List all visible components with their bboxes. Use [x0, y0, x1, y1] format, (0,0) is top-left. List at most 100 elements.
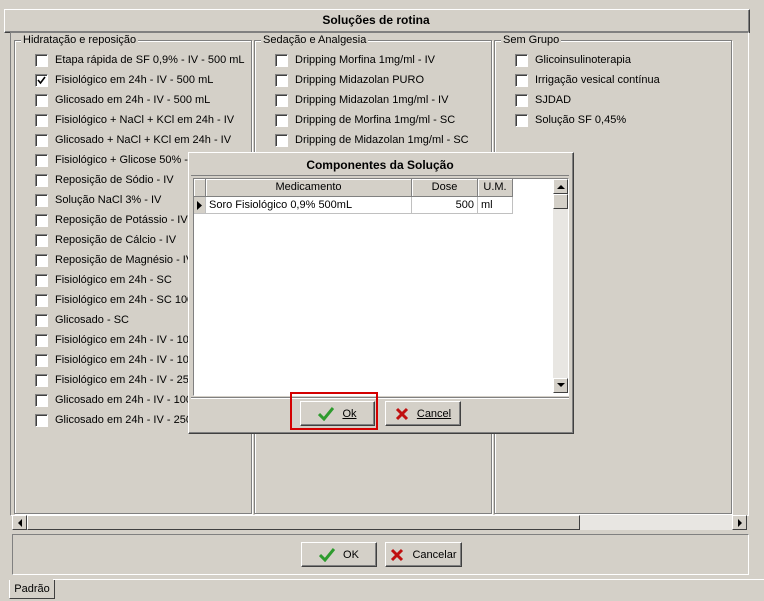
checkbox-label: Glicosado + NaCl + KCl em 24h - IV [55, 134, 232, 146]
checkbox[interactable] [35, 253, 48, 267]
checkbox-label: Solução SF 0,45% [535, 114, 627, 126]
checkbox-label: Reposição de Magnésio - IV [55, 254, 194, 266]
checkbox[interactable] [35, 393, 48, 407]
grid-vertical-scrollbar[interactable] [553, 179, 568, 393]
footer-panel [12, 534, 749, 575]
checkbox[interactable] [35, 353, 48, 367]
checkbox-label: Fisiológico + NaCl + KCl em 24h - IV [55, 114, 235, 126]
checkbox-row[interactable]: Etapa rápida de SF 0,9% - IV - 500 mL [35, 52, 245, 68]
checkbox[interactable] [35, 193, 48, 207]
checkbox[interactable] [35, 293, 48, 307]
checkbox[interactable] [35, 333, 48, 347]
grid-scroll-up-button[interactable] [553, 179, 568, 194]
checkbox-row[interactable]: Glicosado em 24h - IV - 100 r [35, 392, 199, 408]
checkbox-row[interactable]: Fisiológico em 24h - IV - 500 mL [35, 72, 213, 88]
checkbox[interactable] [35, 233, 48, 247]
checkbox-row[interactable]: Fisiológico em 24h - IV - 100 [35, 332, 195, 348]
cell-medicamento[interactable]: Soro Fisiológico 0,9% 500mL [206, 197, 412, 214]
scroll-left-button[interactable] [12, 515, 27, 530]
scroll-thumb[interactable] [27, 515, 580, 530]
dialog-cancel-button[interactable]: Cancel [385, 401, 461, 426]
checkbox[interactable] [35, 313, 48, 327]
footer-cancel-button[interactable]: Cancelar [385, 542, 462, 567]
checkbox[interactable] [35, 73, 48, 87]
cell-um[interactable]: ml [478, 197, 513, 214]
checkbox-row[interactable]: Glicosado - SC [35, 312, 129, 328]
checkbox[interactable] [275, 73, 288, 87]
current-row-arrow-icon [197, 201, 202, 210]
checkbox-row[interactable]: Reposição de Magnésio - IV [35, 252, 193, 268]
checkbox-label: Fisiológico em 24h - IV - 100 [55, 334, 196, 346]
footer-cancel-label: Cancelar [412, 548, 457, 561]
checkbox[interactable] [35, 53, 48, 67]
checkbox-row[interactable]: Fisiológico + Glicose 50% - IV [35, 152, 201, 168]
checkbox[interactable] [35, 93, 48, 107]
checkbox-row[interactable]: Solução SF 0,45% [515, 112, 626, 128]
checkbox-label: Fisiológico em 24h - IV - 250 [55, 374, 196, 386]
horizontal-scrollbar[interactable] [12, 515, 747, 530]
checkbox[interactable] [35, 153, 48, 167]
checkbox-label: Fisiológico em 24h - SC [55, 274, 172, 286]
checkbox-label: Reposição de Potássio - IV [55, 214, 188, 226]
col-header-dose[interactable]: Dose [412, 179, 478, 197]
checkbox-label: Fisiológico + Glicose 50% - IV [55, 154, 202, 166]
checkbox[interactable] [515, 113, 528, 127]
row-indicator [194, 197, 206, 214]
checkbox-row[interactable]: Reposição de Potássio - IV [35, 212, 188, 228]
col-header-um[interactable]: U.M. [478, 179, 513, 197]
checkbox-row[interactable]: Solução NaCl 3% - IV [35, 192, 161, 208]
checkbox[interactable] [275, 53, 288, 67]
tab-padrao-label: Padrão [14, 583, 50, 595]
footer-ok-button[interactable]: OK [301, 542, 377, 567]
checkbox-row[interactable]: Fisiológico em 24h - SC 100m [35, 292, 202, 308]
checkbox-row[interactable]: Reposição de Cálcio - IV [35, 232, 176, 248]
components-grid[interactable]: Medicamento Dose U.M. Soro Fisiológico 0… [193, 178, 569, 396]
grid-scroll-thumb[interactable] [553, 194, 568, 209]
checkbox-row[interactable]: Glicosado em 24h - IV - 250 r [35, 412, 199, 428]
arrow-right-icon [737, 518, 742, 527]
checkbox-row[interactable]: Fisiológico em 24h - IV - 1000 [35, 352, 201, 368]
checkbox-row[interactable]: Dripping de Morfina 1mg/ml - SC [275, 112, 455, 128]
checkbox-label: Glicosado - SC [55, 314, 129, 326]
checkbox[interactable] [275, 93, 288, 107]
checkbox[interactable] [35, 173, 48, 187]
checkbox-label: Dripping Midazolan PURO [295, 74, 424, 86]
checkbox[interactable] [35, 413, 48, 427]
scroll-right-button[interactable] [732, 515, 747, 530]
checkbox[interactable] [35, 373, 48, 387]
checkbox[interactable] [515, 73, 528, 87]
checkbox-label: Glicosado em 24h - IV - 250 r [55, 414, 199, 426]
checkbox-row[interactable]: Dripping Midazolan PURO [275, 72, 424, 88]
tab-padrao[interactable]: Padrão [9, 580, 55, 599]
checkbox[interactable] [515, 93, 528, 107]
checkbox[interactable] [275, 133, 288, 147]
checkbox[interactable] [515, 53, 528, 67]
checkbox-row[interactable]: Dripping Midazolan 1mg/ml - IV [275, 92, 448, 108]
checkbox-row[interactable]: SJDAD [515, 92, 571, 108]
checkbox-row[interactable]: Dripping de Midazolan 1mg/ml - SC [275, 132, 469, 148]
cancel-x-icon [391, 548, 404, 561]
checkbox-row[interactable]: Glicoinsulinoterapia [515, 52, 631, 68]
checkbox[interactable] [35, 273, 48, 287]
checkbox[interactable] [35, 133, 48, 147]
checkbox-row[interactable]: Fisiológico em 24h - IV - 250 [35, 372, 195, 388]
col-header-medicamento[interactable]: Medicamento [206, 179, 412, 197]
checkbox[interactable] [275, 113, 288, 127]
checkbox-row[interactable]: Dripping Morfina 1mg/ml - IV [275, 52, 435, 68]
checkbox-row[interactable]: Fisiológico + NaCl + KCl em 24h - IV [35, 112, 234, 128]
checkbox-row[interactable]: Irrigação vesical contínua [515, 72, 660, 88]
group-label-sedacao: Sedação e Analgesia [261, 34, 369, 46]
checkbox-row[interactable]: Fisiológico em 24h - SC [35, 272, 172, 288]
checkbox-row[interactable]: Reposição de Sódio - IV [35, 172, 174, 188]
checkbox-row[interactable]: Glicosado em 24h - IV - 500 mL [35, 92, 210, 108]
checkbox[interactable] [35, 113, 48, 127]
cell-dose[interactable]: 500 [412, 197, 478, 214]
checkbox-label: Fisiológico em 24h - IV - 500 mL [55, 74, 214, 86]
checkbox-row[interactable]: Glicosado + NaCl + KCl em 24h - IV [35, 132, 231, 148]
checkbox[interactable] [35, 213, 48, 227]
grid-corner-header [194, 179, 206, 197]
checkbox-label: Dripping de Morfina 1mg/ml - SC [295, 114, 456, 126]
checkmark-icon [37, 76, 46, 84]
grid-scroll-down-button[interactable] [553, 378, 568, 393]
checkbox-label: Dripping de Midazolan 1mg/ml - SC [295, 134, 469, 146]
